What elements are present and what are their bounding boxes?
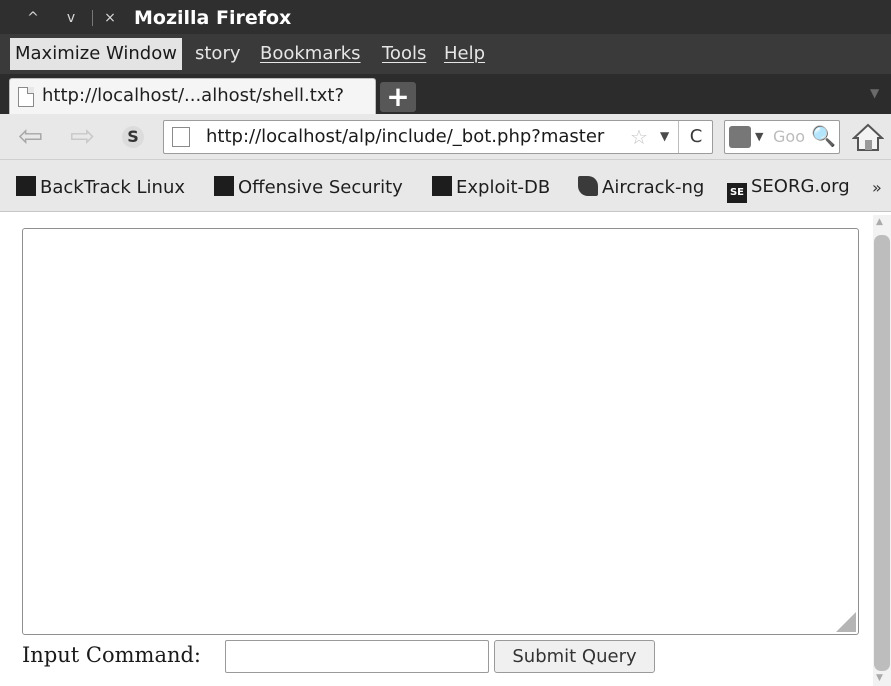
search-engine-icon[interactable] bbox=[729, 126, 751, 148]
close-button[interactable]: × bbox=[99, 8, 121, 28]
bookmark-star-icon[interactable]: ☆ bbox=[630, 125, 648, 149]
search-input[interactable]: Goo bbox=[773, 127, 809, 146]
page-content: Input Command: Submit Query bbox=[0, 212, 891, 686]
url-history-dropdown-icon[interactable]: ▼ bbox=[660, 129, 669, 143]
tab-bar: http://localhost/...alhost/shell.txt? + … bbox=[0, 74, 891, 114]
back-arrow-icon[interactable]: ⇦ bbox=[18, 122, 43, 152]
bookmark-seorg[interactable]: SE SEORG.org bbox=[727, 176, 850, 203]
command-input[interactable] bbox=[225, 640, 489, 673]
tab-active[interactable]: http://localhost/...alhost/shell.txt? bbox=[9, 78, 376, 114]
url-bar[interactable]: http://localhost/alp/include/_bot.php?ma… bbox=[163, 120, 713, 154]
home-icon[interactable] bbox=[852, 122, 884, 152]
bookmark-label: SEORG.org bbox=[751, 176, 850, 197]
menu-history[interactable]: story bbox=[195, 43, 241, 64]
search-icon[interactable]: 🔍 bbox=[811, 124, 836, 148]
reload-icon[interactable]: C bbox=[678, 121, 713, 153]
command-output-textarea[interactable] bbox=[22, 228, 859, 635]
navigation-toolbar: ⇦ ⇨ S http://localhost/alp/include/_bot.… bbox=[0, 114, 891, 160]
resize-grip-icon[interactable] bbox=[836, 612, 856, 632]
bookmark-aircrack[interactable]: Aircrack-ng bbox=[578, 176, 704, 198]
new-tab-button[interactable]: + bbox=[380, 82, 416, 112]
bookmark-offensive-security[interactable]: Offensive Security bbox=[214, 176, 403, 198]
search-bar[interactable]: ▼ Goo 🔍 bbox=[724, 120, 840, 154]
menu-bar: story Bookmarks Tools Help Maximize Wind… bbox=[0, 34, 891, 74]
url-text[interactable]: http://localhost/alp/include/_bot.php?ma… bbox=[206, 126, 626, 147]
window-title: Mozilla Firefox bbox=[134, 7, 292, 29]
bookmark-label: Offensive Security bbox=[238, 177, 403, 198]
backtrack-icon bbox=[16, 176, 36, 196]
bookmark-exploit-db[interactable]: Exploit-DB bbox=[432, 176, 550, 198]
bookmark-label: Exploit-DB bbox=[456, 177, 551, 198]
maximize-button[interactable]: v bbox=[60, 8, 82, 28]
sync-icon[interactable]: S bbox=[122, 126, 144, 148]
input-command-label: Input Command: bbox=[22, 643, 202, 667]
search-engine-dropdown-icon[interactable]: ▼ bbox=[755, 130, 763, 143]
menu-tools[interactable]: Tools bbox=[382, 43, 426, 64]
site-identity-icon[interactable] bbox=[172, 127, 190, 147]
tab-label: http://localhost/...alhost/shell.txt? bbox=[42, 85, 345, 106]
vertical-scrollbar[interactable]: ▲ ▼ bbox=[873, 215, 891, 686]
bookmarks-toolbar: BackTrack Linux Offensive Security Explo… bbox=[0, 160, 891, 212]
bookmark-backtrack[interactable]: BackTrack Linux bbox=[16, 176, 185, 198]
submit-query-button[interactable]: Submit Query bbox=[494, 640, 655, 673]
tab-list-dropdown-icon[interactable]: ▼ bbox=[870, 86, 879, 100]
scroll-up-icon[interactable]: ▲ bbox=[876, 217, 883, 227]
bookmark-label: Aircrack-ng bbox=[602, 177, 705, 198]
minimize-button[interactable]: ^ bbox=[22, 8, 44, 28]
menu-bookmarks[interactable]: Bookmarks bbox=[260, 43, 361, 64]
titlebar-divider bbox=[92, 10, 93, 26]
title-bar: ^ v × Mozilla Firefox bbox=[0, 0, 891, 34]
forward-arrow-icon[interactable]: ⇨ bbox=[70, 122, 95, 152]
exploit-db-icon bbox=[432, 176, 452, 196]
bookmarks-overflow-chevron-icon[interactable]: » bbox=[872, 178, 882, 197]
bookmark-label: BackTrack Linux bbox=[40, 177, 186, 198]
page-icon bbox=[18, 87, 34, 107]
offensive-security-icon bbox=[214, 176, 234, 196]
scroll-down-icon[interactable]: ▼ bbox=[876, 673, 883, 683]
seorg-icon: SE bbox=[727, 183, 747, 203]
scrollbar-thumb[interactable] bbox=[874, 235, 890, 671]
menu-help[interactable]: Help bbox=[444, 43, 485, 64]
maximize-tooltip: Maximize Window bbox=[10, 38, 182, 70]
aircrack-icon bbox=[578, 176, 598, 196]
